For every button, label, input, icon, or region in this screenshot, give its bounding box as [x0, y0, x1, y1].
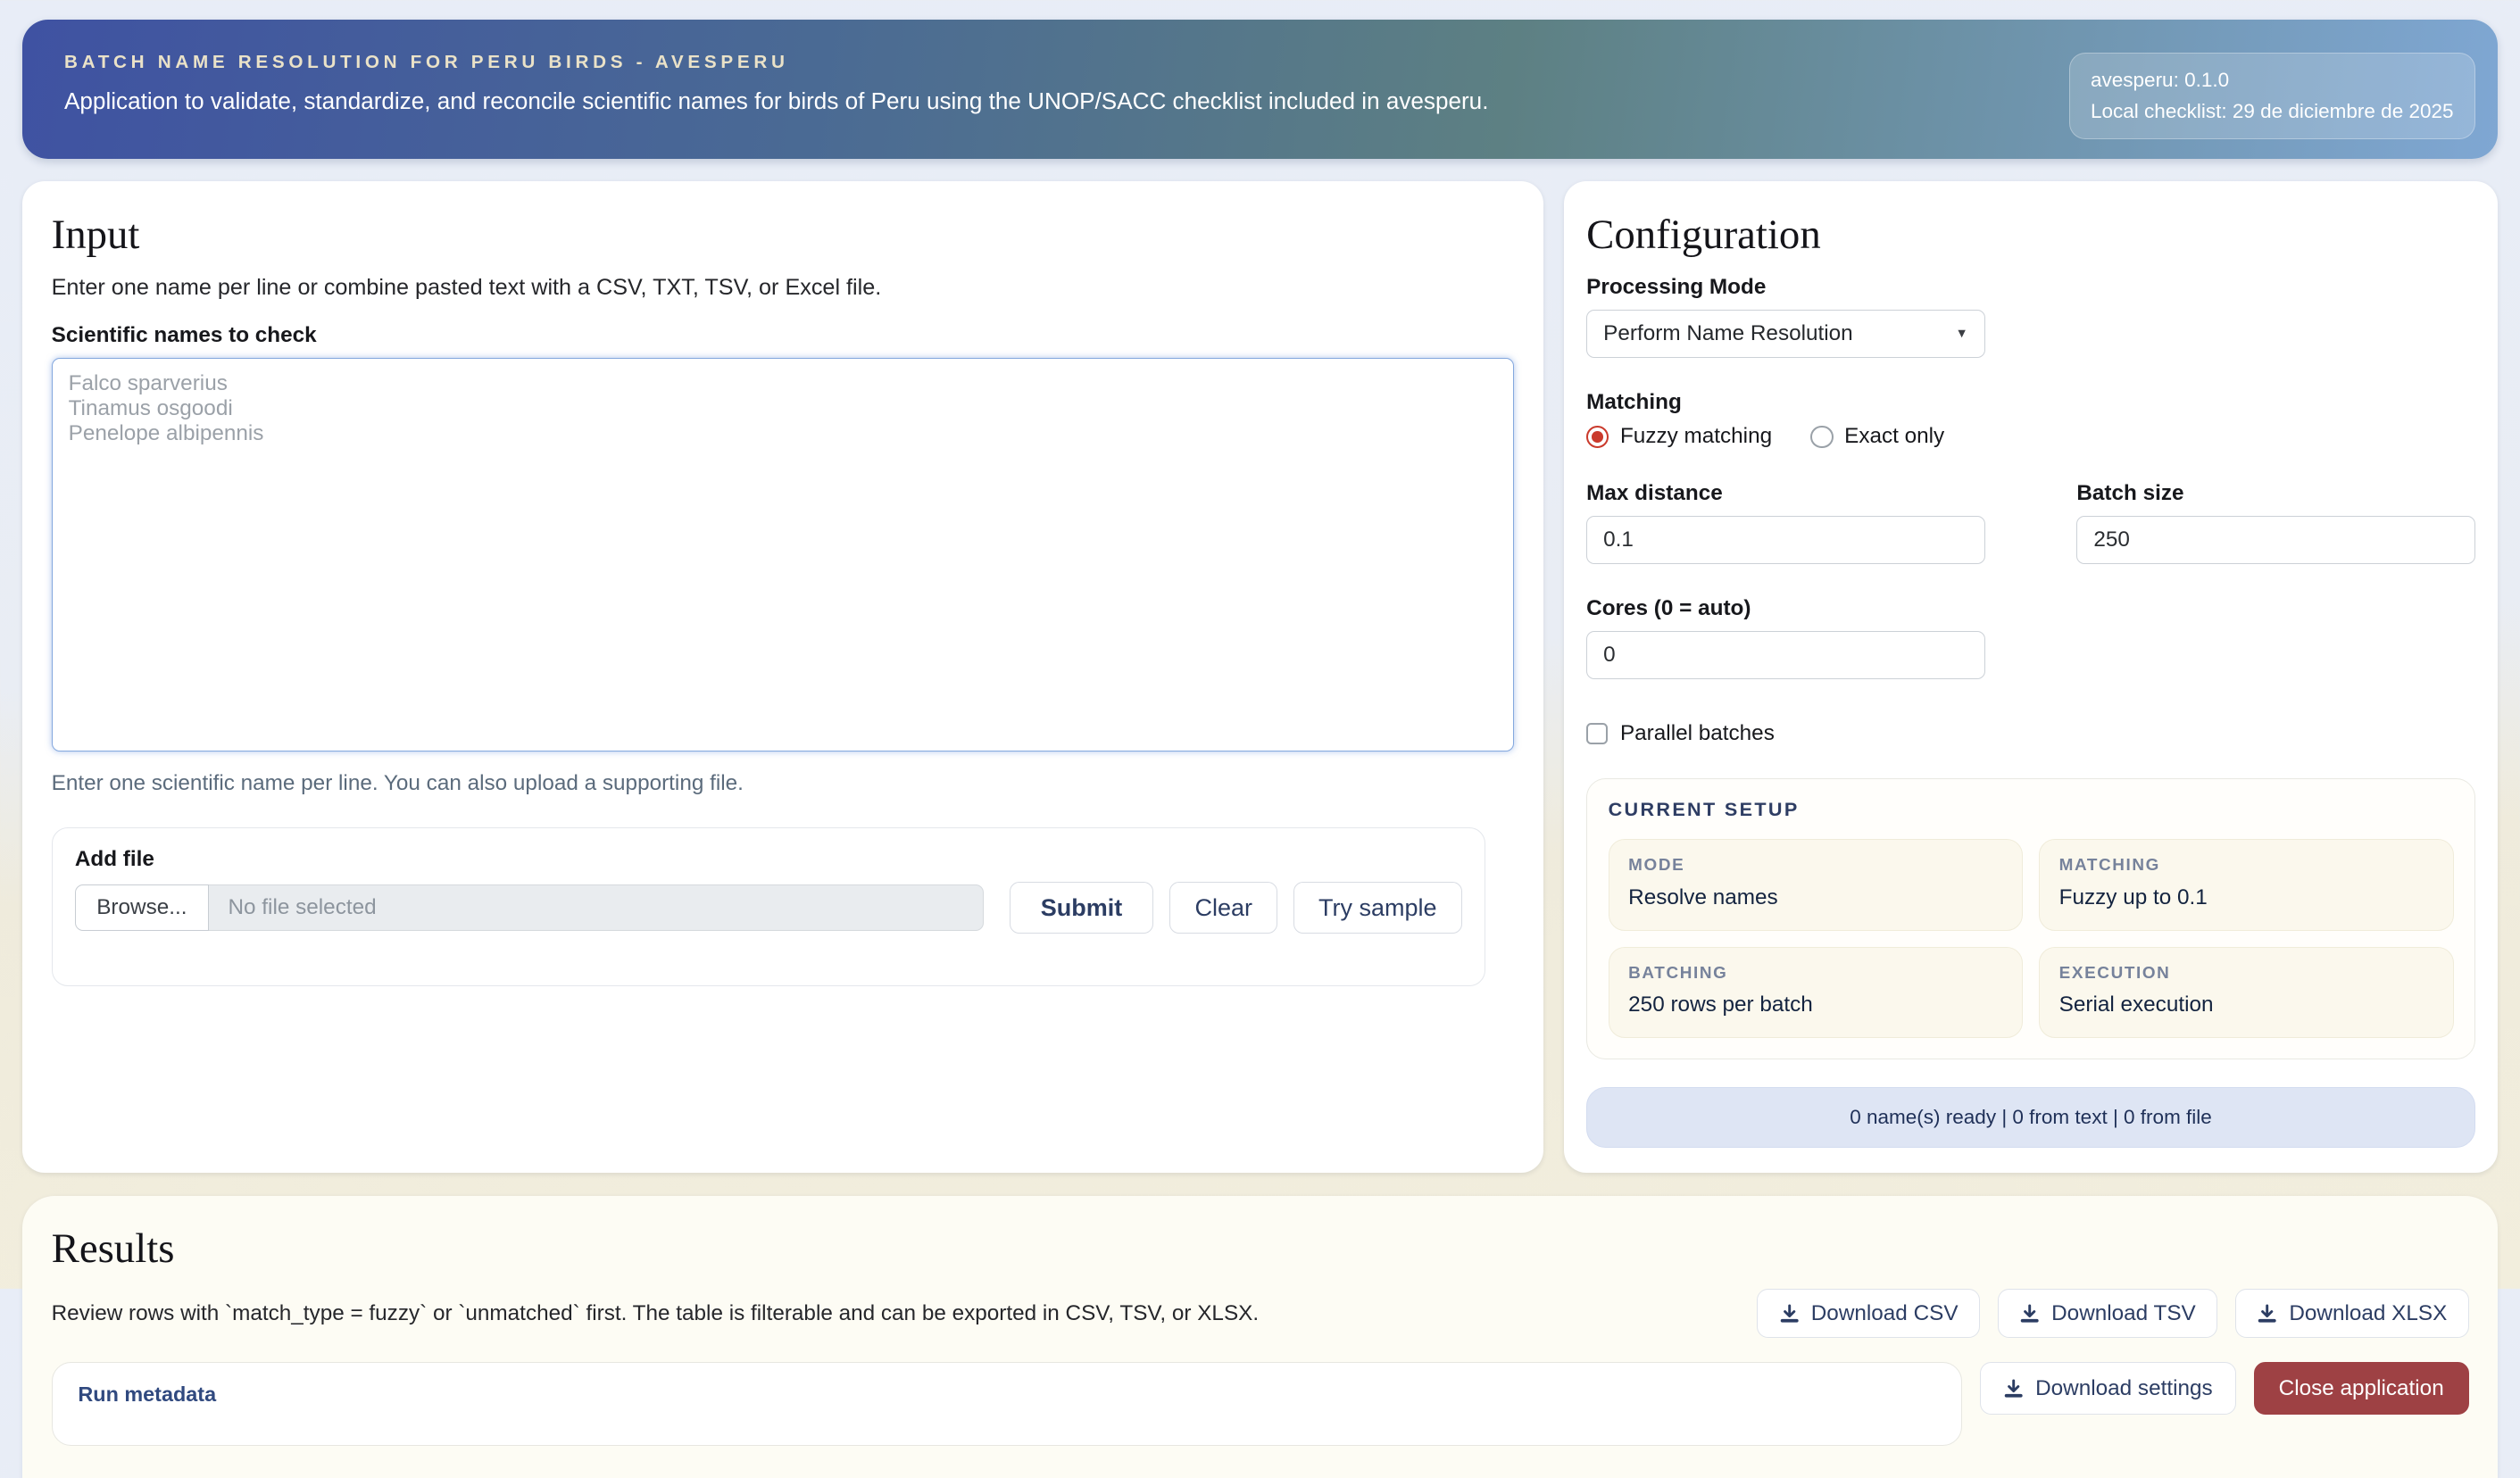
configuration-title: Configuration [1586, 211, 2475, 259]
app-header-banner: BATCH NAME RESOLUTION FOR PERU BIRDS - A… [22, 20, 2498, 160]
current-setup-title: CURRENT SETUP [1609, 798, 2454, 821]
setup-item-value: Resolve names [1628, 885, 2002, 910]
try-sample-button[interactable]: Try sample [1293, 882, 1462, 934]
checklist-date-line: Local checklist: 29 de diciembre de 2025 [2091, 96, 2454, 128]
setup-item-label: EXECUTION [2059, 964, 2433, 984]
version-line: avesperu: 0.1.0 [2091, 65, 2454, 96]
download-settings-label: Download settings [2035, 1376, 2213, 1401]
clear-button[interactable]: Clear [1169, 882, 1277, 934]
download-settings-button[interactable]: Download settings [1980, 1362, 2236, 1415]
exact-only-label: Exact only [1844, 424, 1944, 449]
results-head-row: Review rows with `match_type = fuzzy` or… [52, 1289, 2469, 1338]
configuration-panel: Configuration Processing Mode Perform Na… [1564, 181, 2498, 1173]
matching-section: Matching Fuzzy matching Exact only [1586, 390, 2475, 450]
download-tsv-button[interactable]: Download TSV [1998, 1289, 2217, 1338]
matching-label: Matching [1586, 390, 2475, 415]
processing-mode-value: Perform Name Resolution [1603, 321, 1853, 346]
setup-item-label: MATCHING [2059, 856, 2433, 876]
setup-item-value: Serial execution [2059, 992, 2433, 1017]
browse-button[interactable]: Browse... [75, 884, 209, 931]
setup-item-matching: MATCHING Fuzzy up to 0.1 [2039, 839, 2453, 930]
file-name-placeholder: No file selected [209, 884, 984, 931]
fuzzy-matching-label: Fuzzy matching [1620, 424, 1772, 449]
input-panel-title: Input [52, 211, 1515, 259]
download-xlsx-button[interactable]: Download XLSX [2235, 1289, 2469, 1338]
current-setup-grid: MODE Resolve names MATCHING Fuzzy up to … [1609, 839, 2454, 1038]
setup-item-mode: MODE Resolve names [1609, 839, 2023, 930]
action-buttons: Submit Clear Try sample [1010, 882, 1462, 934]
radio-selected-icon[interactable] [1586, 426, 1609, 448]
fuzzy-matching-radio[interactable]: Fuzzy matching [1586, 424, 1772, 449]
names-label: Scientific names to check [52, 323, 1515, 348]
batch-size-input[interactable] [2076, 516, 2475, 564]
file-row: Browse... No file selected Submit Clear … [75, 882, 1462, 934]
setup-item-value: Fuzzy up to 0.1 [2059, 885, 2433, 910]
download-buttons-group: Download CSV Download TSV Download XLSX [1757, 1289, 2468, 1338]
file-upload-input[interactable]: Browse... No file selected [75, 884, 984, 931]
run-metadata-label: Run metadata [78, 1383, 216, 1406]
close-application-button[interactable]: Close application [2254, 1362, 2469, 1415]
download-xlsx-label: Download XLSX [2289, 1301, 2447, 1326]
checkbox-unchecked-icon[interactable] [1586, 723, 1607, 743]
submit-button[interactable]: Submit [1010, 882, 1154, 934]
cores-label: Cores (0 = auto) [1586, 596, 2475, 621]
processing-mode-label: Processing Mode [1586, 275, 2475, 300]
version-badge: avesperu: 0.1.0 Local checklist: 29 de d… [2069, 53, 2475, 139]
download-csv-label: Download CSV [1811, 1301, 1959, 1326]
distance-batch-row: Max distance Batch size [1586, 481, 2475, 564]
current-setup-card: CURRENT SETUP MODE Resolve names MATCHIN… [1586, 778, 2475, 1060]
max-distance-label: Max distance [1586, 481, 1985, 506]
input-panel: Input Enter one name per line or combine… [22, 181, 1543, 1173]
download-icon [2257, 1303, 2277, 1324]
download-csv-button[interactable]: Download CSV [1757, 1289, 1980, 1338]
parallel-batches-checkbox-row[interactable]: Parallel batches [1586, 721, 2475, 746]
cores-input[interactable] [1586, 631, 1985, 679]
setup-item-value: 250 rows per batch [1628, 992, 2002, 1017]
run-metadata-accordion[interactable]: Run metadata [52, 1362, 1963, 1446]
download-icon [2019, 1303, 2040, 1324]
chevron-down-icon: ▼ [1955, 327, 1967, 341]
batch-size-label: Batch size [2076, 481, 2475, 506]
setup-item-batching: BATCHING 250 rows per batch [1609, 947, 2023, 1038]
max-distance-input[interactable] [1586, 516, 1985, 564]
download-tsv-label: Download TSV [2051, 1301, 2196, 1326]
results-bottom-row: Run metadata Download settings Close app… [52, 1362, 2469, 1446]
download-icon [2003, 1378, 2024, 1399]
cores-field: Cores (0 = auto) [1586, 596, 2475, 679]
input-panel-description: Enter one name per line or combine paste… [52, 275, 1515, 301]
results-title: Results [52, 1225, 2469, 1273]
names-ready-status: 0 name(s) ready | 0 from text | 0 from f… [1586, 1087, 2475, 1148]
batch-size-field: Batch size [2076, 481, 2475, 564]
exact-only-radio[interactable]: Exact only [1810, 424, 1944, 449]
setup-item-label: BATCHING [1628, 964, 2002, 984]
parallel-batches-label: Parallel batches [1620, 721, 1775, 746]
results-description: Review rows with `match_type = fuzzy` or… [52, 1301, 1260, 1326]
setup-item-label: MODE [1628, 856, 2002, 876]
names-helper-text: Enter one scientific name per line. You … [52, 771, 1515, 796]
scientific-names-textarea[interactable] [52, 358, 1515, 751]
matching-radio-group: Fuzzy matching Exact only [1586, 424, 2475, 449]
main-row: Input Enter one name per line or combine… [22, 181, 2498, 1173]
results-panel: Results Review rows with `match_type = f… [22, 1196, 2498, 1478]
page: BATCH NAME RESOLUTION FOR PERU BIRDS - A… [0, 0, 2520, 1478]
processing-mode-select[interactable]: Perform Name Resolution ▼ [1586, 310, 1985, 358]
setup-item-execution: EXECUTION Serial execution [2039, 947, 2453, 1038]
max-distance-field: Max distance [1586, 481, 1985, 564]
download-icon [1779, 1303, 1800, 1324]
add-file-label: Add file [75, 847, 1462, 872]
add-file-card: Add file Browse... No file selected Subm… [52, 827, 1485, 986]
radio-unselected-icon[interactable] [1810, 426, 1833, 448]
